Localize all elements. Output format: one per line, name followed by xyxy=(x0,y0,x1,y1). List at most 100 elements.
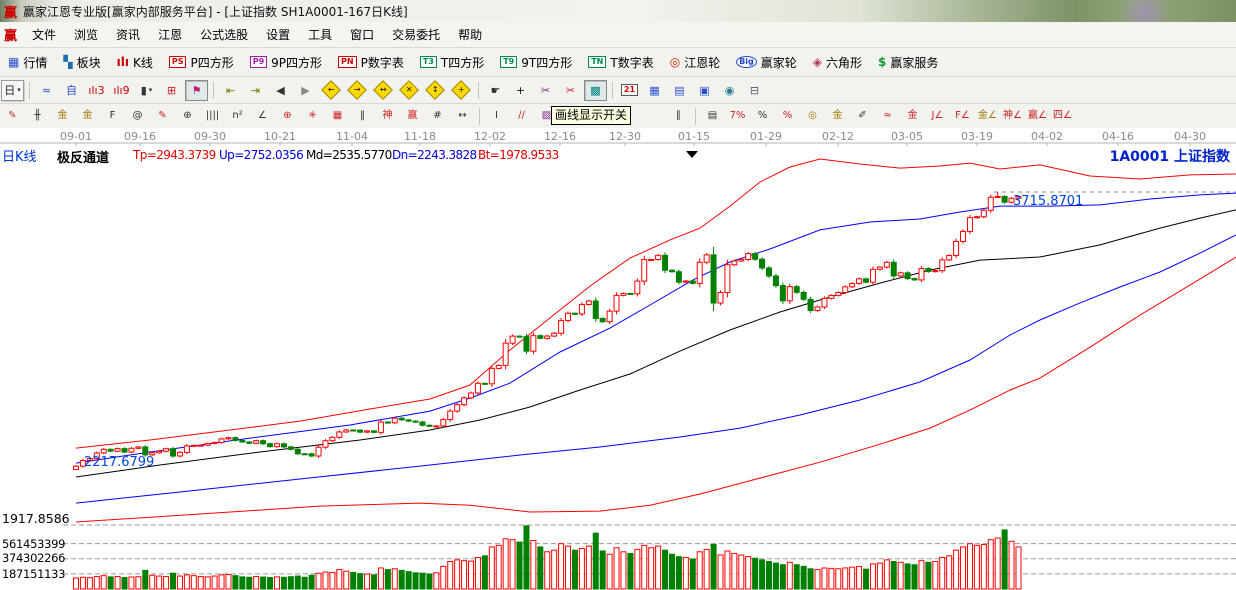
golden-section-tool[interactable]: 金 xyxy=(826,106,849,127)
indicator-up-value: Up=2752.0356 xyxy=(219,148,304,162)
date-tick-09-16: 09-16 xyxy=(124,130,156,143)
percent-lines-tool[interactable]: % xyxy=(776,106,799,127)
mini-chart-9-icon[interactable]: ılı9 xyxy=(110,80,133,101)
horizontal-span-tool[interactable]: ↔ xyxy=(451,106,474,127)
menu-logo-icon: 赢 xyxy=(4,29,18,44)
color-flag-icon[interactable]: ⚑ xyxy=(185,79,208,101)
circle-cross-tool[interactable]: ⊕ xyxy=(276,106,299,127)
gann-fan-tool[interactable]: ∠ xyxy=(251,106,274,127)
volume-profile-tool[interactable]: ▤ xyxy=(701,106,724,127)
t-square-button[interactable]: T3 T四方形 xyxy=(412,51,492,73)
f-angle-tool[interactable]: F∠ xyxy=(951,106,974,127)
hexagon-button-label: 六角形 xyxy=(826,55,863,70)
f10-info-icon[interactable]: 自 xyxy=(60,80,83,101)
period-day-button[interactable]: 日 ▾ xyxy=(1,79,24,101)
gann-grid-tool[interactable]: ╫ xyxy=(26,106,49,127)
compress-diamond-icon[interactable]: ✕ xyxy=(397,80,421,101)
gann-wheel-button[interactable]: ◎ 江恩轮 xyxy=(662,51,729,73)
vertical-lines-tool[interactable]: |||| xyxy=(201,106,224,127)
candle-style-button[interactable]: ▮ ▾ xyxy=(135,80,158,101)
calendar-icon[interactable]: 21 xyxy=(618,80,641,101)
measure-tool[interactable]: ‖ xyxy=(351,106,374,127)
date-tick-12-30: 12-30 xyxy=(609,130,641,143)
last-page-icon[interactable]: ⇥ xyxy=(244,80,267,101)
quotes-button[interactable]: ▦ 行情 xyxy=(0,51,55,73)
percent-tool[interactable]: % xyxy=(751,106,774,127)
date-tick-04-16: 04-16 xyxy=(1102,130,1134,143)
nine-p-square-button[interactable]: P9 9P四方形 xyxy=(242,51,330,73)
sectors-button[interactable]: ▚ 板块 xyxy=(55,51,108,73)
spiral-tool[interactable]: @ xyxy=(126,106,149,127)
reset-zoom-diamond-icon[interactable]: + xyxy=(449,80,473,101)
t-number-table-button[interactable]: TN T数字表 xyxy=(580,51,662,73)
kline-chart-area[interactable]: 09-01 09-16 09-30 10-21 11-04 11-18 12-02 12-16… xyxy=(0,128,1236,590)
nine-t-square-button[interactable]: T9 9T四方形 xyxy=(492,51,580,73)
first-page-icon[interactable]: ⇤ xyxy=(219,80,242,101)
menu-file[interactable]: 文件 xyxy=(23,24,65,45)
trend-chart-icon[interactable]: ≈ xyxy=(35,80,58,101)
menu-news[interactable]: 资讯 xyxy=(107,24,149,45)
menu-help[interactable]: 帮助 xyxy=(449,24,491,45)
calculator-icon[interactable]: ▦ xyxy=(643,80,666,101)
menu-tools[interactable]: 工具 xyxy=(299,24,341,45)
yingjia-lines-tool[interactable]: 赢 xyxy=(401,106,424,127)
n-square-tool[interactable]: n² xyxy=(226,106,249,127)
date-tick-11-18: 11-18 xyxy=(404,130,436,143)
spider-web-tool[interactable]: ✳ xyxy=(301,106,324,127)
delete-line-icon[interactable]: ✂ xyxy=(534,80,557,101)
pen-candle-tool[interactable]: ✐ xyxy=(851,106,874,127)
red-pen-tool[interactable]: ✎ xyxy=(151,106,174,127)
nine-p-square-button-label: 9P四方形 xyxy=(271,55,323,70)
golden-angle-tool[interactable]: 金∠ xyxy=(976,106,999,127)
sixiang-angle-tool[interactable]: 四∠ xyxy=(1051,106,1074,127)
winner-wheel-button[interactable]: Big 赢家轮 xyxy=(728,51,805,73)
hand-drag-icon[interactable]: ☛ xyxy=(484,80,507,101)
hexagon-button[interactable]: ◈ 六角形 xyxy=(805,51,870,73)
column-region-tool[interactable]: I xyxy=(485,106,508,127)
snapshot-icon[interactable]: ◉ xyxy=(718,80,741,101)
shen-lines-tool[interactable]: 神 xyxy=(376,106,399,127)
web-box-tool[interactable]: ▦ xyxy=(326,106,349,127)
nine-p-square-button-icon: P9 xyxy=(249,56,268,68)
menu-browse[interactable]: 浏览 xyxy=(65,24,107,45)
menu-trade[interactable]: 交易委托 xyxy=(383,24,449,45)
draw-pen-tool[interactable]: ✎ xyxy=(1,106,24,127)
indicator-window-icon[interactable]: ⊞ xyxy=(160,80,183,101)
gann-circle-tool[interactable]: ⊕ xyxy=(176,106,199,127)
menu-gann[interactable]: 江恩 xyxy=(149,24,191,45)
menu-formula-stockpick[interactable]: 公式选股 xyxy=(191,24,257,45)
kline-button[interactable]: ılı K线 xyxy=(109,51,161,73)
next-bar-icon[interactable]: ▶ xyxy=(294,80,317,101)
percent-t-tool[interactable]: 7% xyxy=(726,106,749,127)
menu-settings[interactable]: 设置 xyxy=(257,24,299,45)
golden-circle-tool[interactable]: ◎ xyxy=(801,106,824,127)
wave-abc-tool[interactable]: ≈ xyxy=(876,106,899,127)
shift-left-diamond-icon[interactable]: ← xyxy=(319,80,343,101)
print-icon[interactable]: ⊟ xyxy=(743,80,766,101)
vertical-scale-diamond-icon[interactable]: ↕ xyxy=(423,80,447,101)
prev-bar-icon[interactable]: ◀ xyxy=(269,80,292,101)
menu-window[interactable]: 窗口 xyxy=(341,24,383,45)
golden-underline-tool[interactable]: 金 xyxy=(901,106,924,127)
crosshair-icon[interactable]: + xyxy=(509,80,532,101)
p-square-button[interactable]: PS P四方形 xyxy=(161,51,242,73)
shen-angle-tool[interactable]: 神∠ xyxy=(1001,106,1024,127)
notepad-icon[interactable]: ▤ xyxy=(668,80,691,101)
golden-grid-tool[interactable]: 金 xyxy=(51,106,74,127)
expand-diamond-icon[interactable]: ↔ xyxy=(371,80,395,101)
delete-all-lines-icon[interactable]: ✂ xyxy=(559,80,582,101)
grid-123-tool[interactable]: # xyxy=(426,106,449,127)
shift-right-diamond-icon[interactable]: → xyxy=(345,80,369,101)
window-title: 赢家江恩专业版[赢家内部服务平台] - [上证指数 SH1A0001-167日K… xyxy=(23,4,408,19)
yingjia-angle-tool[interactable]: 赢∠ xyxy=(1026,106,1049,127)
maze-tool-icon[interactable]: ▩ xyxy=(584,79,607,101)
golden-grid2-tool[interactable]: 金 xyxy=(76,106,99,127)
mini-chart-3-icon[interactable]: ılı3 xyxy=(85,80,108,101)
fib-lines-tool[interactable]: F xyxy=(101,106,124,127)
p-number-table-button[interactable]: PN P数字表 xyxy=(330,51,412,73)
j-angle-tool[interactable]: J∠ xyxy=(926,106,949,127)
winner-service-button[interactable]: $ 赢家服务 xyxy=(870,51,946,73)
hatch-lines-tool[interactable]: ∥ xyxy=(667,106,690,127)
save-icon[interactable]: ▣ xyxy=(693,80,716,101)
rays-tool[interactable]: ∕∕ xyxy=(510,106,533,127)
